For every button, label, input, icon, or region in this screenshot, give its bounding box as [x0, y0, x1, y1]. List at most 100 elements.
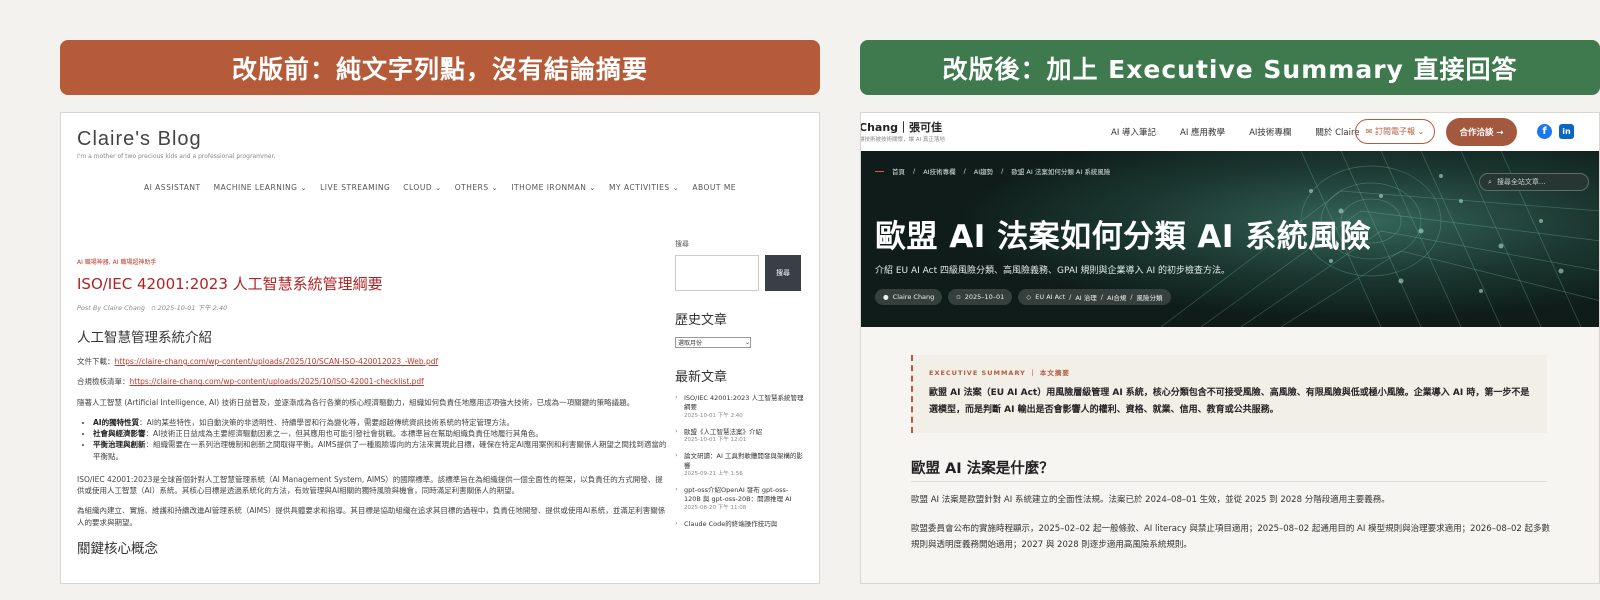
- breadcrumb-accent: [875, 170, 884, 172]
- nav-item-cloud[interactable]: CLOUD ⌄: [403, 183, 441, 192]
- list-item[interactable]: Claude Code的終端操作技巧與: [675, 519, 805, 529]
- article-content: AI 職場神器, AI 職場超神助手 ISO/IEC 42001:2023 人工…: [77, 257, 667, 567]
- recent-post-title[interactable]: gpt-oss介紹OpenAI 發布 gpt-oss-120B 與 gpt-os…: [684, 486, 792, 503]
- after-screenshot-panel: Chang｜張可佳 讓技術被技術關懷，讓 AI 真正落地 AI 導入筆記 AI …: [860, 112, 1600, 584]
- calendar-icon: ▫: [956, 293, 961, 301]
- section-heading-intro: 人工智慧管理系統介紹: [77, 330, 212, 346]
- list-item[interactable]: ISO/IEC 42001:2023 人工智慧系統管理綱要2025-10-01 …: [675, 393, 805, 421]
- executive-summary-box: EXECUTIVE SUMMARY ｜ 本文摘要 歐盟 AI 法案（EU AI …: [911, 355, 1547, 433]
- breadcrumb-separator: /: [963, 167, 966, 175]
- nav-item-about-me[interactable]: ABOUT ME: [692, 183, 736, 192]
- checklist-label: 合規檢核清單：: [77, 377, 130, 387]
- post-title[interactable]: ISO/IEC 42001:2023 人工智慧系統管理綱要: [77, 273, 667, 294]
- list-item: 平衡治理與創新：組織需要在一系列治理機制和創新之間取得平衡。AIMS提供了一種風…: [93, 439, 667, 462]
- intro-paragraph: 隨著人工智慧 (Artificial Intelligence, AI) 技術日…: [77, 397, 635, 407]
- after-banner: 改版後：加上 Executive Summary 直接回答: [860, 40, 1600, 95]
- recent-post-title[interactable]: Claude Code的終端操作技巧與: [684, 520, 777, 528]
- tag-eu-ai-act[interactable]: EU AI Act: [1035, 293, 1065, 301]
- recent-posts-list: ISO/IEC 42001:2023 人工智慧系統管理綱要2025-10-01 …: [675, 393, 805, 529]
- tag-icon: ◇: [1026, 293, 1032, 301]
- facebook-icon[interactable]: f: [1537, 124, 1552, 139]
- goal-paragraph: 為組織內建立、實施、維護和持續改進AI管理系統（AIMS）提供具體要求和指導。其…: [77, 506, 666, 527]
- breadcrumb-ai-column[interactable]: AI技術專欄: [923, 166, 955, 176]
- breadcrumb-separator: /: [1001, 167, 1004, 175]
- date-tag-label: 2025–10–01: [964, 293, 1005, 301]
- archive-month-select[interactable]: 選取月份 ⌄: [675, 337, 751, 348]
- recent-post-title[interactable]: 歐盟《人工智慧法案》介紹: [684, 428, 762, 436]
- nav-item-others[interactable]: OTHERS ⌄: [455, 183, 499, 192]
- tag-separator: /: [1130, 293, 1133, 301]
- section-heading-concepts: 關鍵核心概念: [77, 540, 158, 557]
- list-item[interactable]: 論文研讀：AI 工具對軟體開發與架構的影響 2025-09-21 上午 1:56: [675, 451, 805, 479]
- feature-bullet-list: AI的獨特性質：AI的某些特性，如自動決策的非透明性、持續學習和行為變化等，需要…: [77, 417, 667, 462]
- collaboration-button[interactable]: 合作洽談 →: [1446, 118, 1517, 146]
- nav-item-ithome-ironman[interactable]: ITHOME IRONMAN ⌄: [511, 183, 596, 192]
- nav-item-about[interactable]: 關於 Claire: [1315, 126, 1359, 138]
- list-item[interactable]: 歐盟《人工智慧法案》介紹2025-10-01 下午 12:01: [675, 427, 805, 445]
- tag-separator: /: [1069, 293, 1072, 301]
- topic-tags: ◇ EU AI Act / AI 治理 / AI合規 / 風險分類: [1018, 289, 1171, 305]
- nav-item-ai-tutorials[interactable]: AI 應用教學: [1180, 126, 1225, 138]
- bullet-text: ：AI的某些特性，如自動決策的非透明性、持續學習和行為變化等，需要超越傳統資訊技…: [139, 417, 514, 427]
- recent-post-title[interactable]: ISO/IEC 42001:2023 人工智慧系統管理綱要: [684, 394, 803, 411]
- tag-separator: /: [1100, 293, 1103, 301]
- post-meta: Post By Claire Chang ▫ 2025-10-01 下午 2:4…: [77, 302, 667, 312]
- post-author[interactable]: Claire Chang: [103, 304, 145, 312]
- bullet-text: ：組織需要在一系列治理機制和創新之間取得平衡。AIMS提供了一種風險導向的方法來…: [93, 440, 667, 461]
- page-description: 介紹 EU AI Act 四級風險分類、高風險義務、GPAI 規則與企業導入 A…: [875, 266, 1231, 276]
- recent-post-title[interactable]: 論文研讀：AI 工具對軟體開發與架構的影響: [684, 452, 803, 469]
- bullet-term: 平衡治理與創新: [93, 440, 146, 450]
- search-placeholder: 搜尋全站文章...: [1496, 178, 1546, 186]
- nav-item-machine-learning[interactable]: MACHINE LEARNING ⌄: [214, 183, 307, 192]
- date-tag: ▫ 2025–10–01: [948, 289, 1013, 305]
- site-search-input[interactable]: ⌕ 搜尋全站文章...: [1479, 173, 1589, 191]
- nav-item-ai-column[interactable]: AI技術專欄: [1249, 126, 1291, 138]
- site-title[interactable]: Claire's Blog: [77, 128, 202, 151]
- post-category[interactable]: AI 職場神器, AI 職場超神助手: [77, 257, 667, 266]
- download-label: 文件下載：: [77, 357, 115, 366]
- tag-risk-classification[interactable]: 風險分類: [1137, 292, 1163, 302]
- nav-item-my-activities[interactable]: MY ACTIVITIES ⌄: [609, 183, 679, 192]
- nav-item-live-streaming[interactable]: LIVE STREAMING: [320, 183, 390, 192]
- paragraph-2: 歐盟委員會公布的實施時程顯示，2025–02–02 起一般條款、AI liter…: [911, 524, 1551, 550]
- subscribe-newsletter-button[interactable]: ✉ 訂閱電子報 ⌄: [1355, 119, 1435, 144]
- before-screenshot-panel: Claire's Blog I'm a mother of two precio…: [60, 112, 820, 584]
- author-tag[interactable]: ● Claire Chang: [875, 289, 943, 305]
- sidebar: 搜尋 搜尋 歷史文章 選取月份 ⌄ 最新文章 ISO/IEC 42001:202…: [675, 239, 805, 536]
- breadcrumb-separator: /: [913, 167, 916, 175]
- recent-posts-heading: 最新文章: [675, 370, 728, 385]
- checklist-link[interactable]: https://claire-chang.com/wp-content/uplo…: [130, 377, 424, 386]
- list-item[interactable]: gpt-oss介紹OpenAI 發布 gpt-oss-120B 與 gpt-os…: [675, 485, 805, 513]
- site-header: Chang｜張可佳 讓技術被技術關懷，讓 AI 真正落地 AI 導入筆記 AI …: [861, 113, 1599, 151]
- checklist-line: 合規檢核清單：https://claire-chang.com/wp-conte…: [77, 376, 667, 387]
- tag-ai-compliance[interactable]: AI合規: [1107, 292, 1126, 302]
- calendar-icon: ▫: [151, 304, 156, 312]
- search-input[interactable]: [675, 255, 759, 291]
- post-by-label: Post By: [77, 304, 102, 312]
- post-date: 2025-10-01 下午 2:40: [157, 304, 228, 312]
- download-link[interactable]: https://claire-chang.com/wp-content/uplo…: [115, 357, 439, 366]
- site-slogan: 讓技術被技術關懷，讓 AI 真正落地: [860, 137, 945, 143]
- nav-item-ai-notes[interactable]: AI 導入筆記: [1111, 126, 1156, 138]
- site-tagline: I'm a mother of two precious kids and a …: [77, 153, 276, 160]
- breadcrumb-home[interactable]: 首頁: [892, 166, 905, 176]
- main-nav: AI 導入筆記 AI 應用教學 AI技術專欄 關於 Claire: [1111, 126, 1360, 138]
- recent-post-date: 2025-10-01 下午 2:40: [684, 412, 743, 419]
- author-tag-label: Claire Chang: [892, 293, 935, 301]
- breadcrumb-ai-trends[interactable]: AI趨勢: [974, 166, 993, 176]
- tag-ai-governance[interactable]: AI 治理: [1075, 292, 1096, 302]
- before-banner: 改版前：純文字列點，沒有結論摘要: [60, 40, 820, 95]
- download-line: 文件下載：https://claire-chang.com/wp-content…: [77, 356, 667, 367]
- recent-post-date: 2025-09-21 上午 1:56: [684, 471, 743, 478]
- nav-item-ai-assistant[interactable]: AI ASSISTANT: [144, 183, 201, 192]
- search-button[interactable]: 搜尋: [765, 255, 801, 291]
- search-label: 搜尋: [675, 240, 689, 248]
- main-nav: AI ASSISTANT MACHINE LEARNING ⌄ LIVE STR…: [61, 183, 819, 192]
- bullet-text: ：AI技術正日益成為主要經濟驅動因素之一，但其應用也可能引發社會挑戰。本標準旨在…: [145, 429, 543, 438]
- executive-summary-label: EXECUTIVE SUMMARY ｜ 本文摘要: [929, 369, 1070, 377]
- section-divider: [911, 481, 1547, 482]
- site-logo[interactable]: Chang｜張可佳: [861, 119, 942, 135]
- linkedin-icon[interactable]: in: [1559, 124, 1574, 139]
- article-content: EXECUTIVE SUMMARY ｜ 本文摘要 歐盟 AI 法案（EU AI …: [861, 327, 1599, 583]
- bullet-term: AI的獨特性質: [93, 417, 140, 427]
